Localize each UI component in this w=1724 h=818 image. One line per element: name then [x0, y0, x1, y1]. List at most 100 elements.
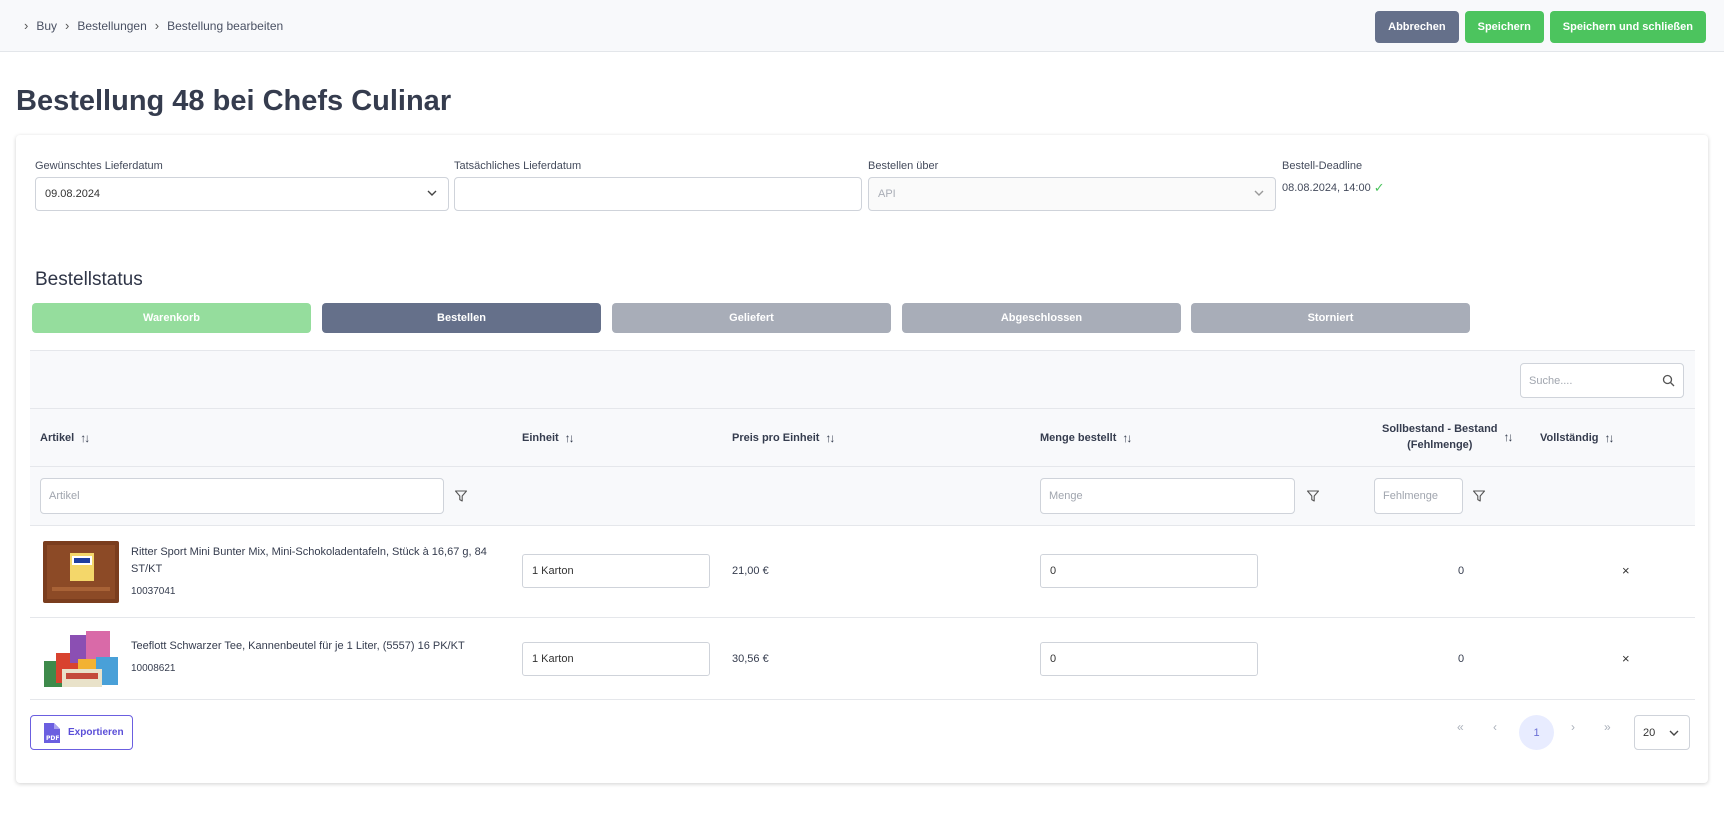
sort-icon: ↑↓	[80, 431, 90, 445]
first-page-button[interactable]: «	[1457, 720, 1464, 734]
desired-date-label: Gewünschtes Lieferdatum	[35, 160, 163, 172]
column-header-label: Sollbestand - Bestand (Fehlmenge)	[1382, 421, 1498, 453]
page-size-value: 20	[1643, 726, 1656, 739]
order-via-select[interactable]: API	[868, 177, 1276, 211]
table-row: Ritter Sport Mini Bunter Mix, Mini-Schok…	[30, 526, 1695, 618]
chevron-right-icon: ›	[24, 18, 29, 33]
unit-select[interactable]: 1 Karton	[522, 642, 710, 676]
shortage-filter-input[interactable]: Fehlmenge	[1374, 478, 1463, 514]
chevron-down-icon	[427, 190, 437, 196]
quantity-value: 0	[1050, 565, 1057, 577]
table-row: Teeflott Schwarzer Tee, Kannenbeutel für…	[30, 618, 1695, 700]
product-name: Ritter Sport Mini Bunter Mix, Mini-Schok…	[131, 546, 487, 575]
article-filter-input[interactable]: Artikel	[40, 478, 444, 514]
check-icon: ✓	[1373, 180, 1385, 195]
search-placeholder: Suche....	[1529, 374, 1573, 387]
actual-date-label: Tatsächliches Lieferdatum	[454, 160, 582, 172]
chevron-right-icon: ›	[154, 18, 160, 33]
column-header-shortage[interactable]: Sollbestand - Bestand (Fehlmenge) ↑↓	[1382, 421, 1514, 453]
pdf-icon: PDF	[44, 722, 60, 743]
shortage-value: 0	[1458, 565, 1465, 577]
incomplete-icon: ×	[1622, 563, 1630, 578]
deadline: 08.08.2024, 14:00 ✓	[1282, 180, 1385, 196]
export-label: Exportieren	[68, 727, 124, 738]
sort-icon: ↑↓	[564, 431, 575, 445]
order-status-title: Bestellstatus	[35, 269, 143, 290]
status-delivered-button[interactable]: Geliefert	[612, 303, 891, 333]
desired-date-value: 09.08.2024	[45, 188, 101, 200]
page-1-button[interactable]: 1	[1519, 715, 1554, 750]
cancel-button[interactable]: Abbrechen	[1375, 11, 1459, 43]
filter-icon[interactable]	[454, 489, 468, 503]
column-header-label-line: Sollbestand - Bestand	[1382, 423, 1498, 435]
quantity-value: 0	[1050, 653, 1057, 665]
order-card: Gewünschtes Lieferdatum 09.08.2024 Tatsä…	[16, 135, 1708, 783]
chevron-down-icon	[1669, 730, 1679, 736]
status-cart-button[interactable]: Warenkorb	[32, 303, 311, 333]
breadcrumb-buy[interactable]: Buy	[36, 19, 57, 33]
chevron-down-icon	[1254, 190, 1264, 196]
order-via-label: Bestellen über	[868, 160, 939, 172]
product-image	[43, 541, 119, 603]
filter-icon[interactable]	[1306, 489, 1320, 503]
desired-date-select[interactable]: 09.08.2024	[35, 177, 449, 211]
unit-select[interactable]: 1 Karton	[522, 554, 710, 588]
column-header-label: Vollständig	[1540, 432, 1599, 444]
column-header-label: Menge bestellt	[1040, 432, 1117, 444]
filter-icon[interactable]	[1472, 489, 1486, 503]
product-name: Teeflott Schwarzer Tee, Kannenbeutel für…	[131, 640, 465, 652]
status-completed-button[interactable]: Abgeschlossen	[902, 303, 1181, 333]
save-and-close-button[interactable]: Speichern und schließen	[1549, 11, 1706, 43]
deadline-label: Bestell-Deadline	[1282, 160, 1363, 172]
product-number: 10037041	[131, 586, 176, 597]
last-page-button[interactable]: »	[1604, 720, 1611, 734]
column-header-label: Preis pro Einheit	[732, 432, 820, 444]
actual-date-input[interactable]	[454, 177, 862, 211]
unit-value: 1 Karton	[532, 653, 574, 665]
page-title: Bestellung 48 bei Chefs Culinar	[16, 85, 452, 117]
column-header-label: Artikel	[40, 432, 75, 444]
search-input[interactable]: Suche....	[1520, 363, 1684, 398]
quantity-input[interactable]: 0	[1040, 642, 1258, 676]
column-header-price[interactable]: Preis pro Einheit ↑↓	[732, 431, 835, 445]
next-page-button[interactable]: ›	[1571, 720, 1575, 734]
table-header: Artikel ↑↓ Einheit ↑↓ Preis pro Einheit ↑↓ …	[30, 409, 1695, 467]
export-pdf-button[interactable]: PDF Exportieren	[30, 715, 133, 750]
header-actions: Abbrechen Speichern Speichern und schlie…	[1375, 11, 1706, 43]
shortage-value: 0	[1458, 653, 1465, 665]
status-cancelled-button[interactable]: Storniert	[1191, 303, 1470, 333]
product-image	[44, 631, 118, 687]
incomplete-icon: ×	[1622, 651, 1630, 666]
sort-icon: ↑↓	[1122, 431, 1132, 445]
order-via-value: API	[878, 188, 896, 200]
unit-price: 30,56 €	[732, 653, 769, 665]
chevron-right-icon: ›	[65, 18, 70, 33]
filter-row: Artikel Menge Fehlmenge	[30, 467, 1695, 526]
unit-price: 21,00 €	[732, 565, 769, 577]
column-header-unit[interactable]: Einheit ↑↓	[522, 431, 575, 445]
table-toolbar: Suche....	[30, 350, 1695, 409]
main-content: Bestellung 48 bei Chefs Culinar Gewünsch…	[0, 52, 1724, 818]
top-bar: › Buy › Bestellungen › Bestellung bearbe…	[0, 0, 1724, 52]
breadcrumb: › Buy › Bestellungen › Bestellung bearbe…	[24, 18, 283, 33]
search-icon	[1662, 374, 1675, 387]
deadline-value: 08.08.2024, 14:00	[1282, 182, 1371, 194]
order-items-table: Suche.... Artikel ↑↓ Einheit ↑↓ Preis pro …	[30, 350, 1695, 700]
column-header-label-line: (Fehlmenge)	[1407, 439, 1473, 451]
breadcrumb-orders[interactable]: Bestellungen	[77, 19, 146, 33]
previous-page-button[interactable]: ‹	[1493, 720, 1497, 734]
column-header-complete[interactable]: Vollständig ↑↓	[1540, 431, 1614, 445]
filter-placeholder: Artikel	[49, 490, 80, 502]
quantity-filter-input[interactable]: Menge	[1040, 478, 1295, 514]
product-number: 10008621	[131, 663, 176, 674]
pdf-badge: PDF	[46, 735, 59, 742]
status-order-button[interactable]: Bestellen	[322, 303, 601, 333]
save-button[interactable]: Speichern	[1464, 11, 1544, 43]
filter-placeholder: Menge	[1049, 490, 1083, 502]
breadcrumb-edit-order: Bestellung bearbeiten	[167, 18, 284, 33]
quantity-input[interactable]: 0	[1040, 554, 1258, 588]
column-header-quantity[interactable]: Menge bestellt ↑↓	[1040, 431, 1132, 445]
sort-icon: ↑↓	[825, 431, 835, 445]
column-header-article[interactable]: Artikel ↑↓	[40, 431, 90, 445]
page-size-select[interactable]: 20	[1634, 715, 1690, 750]
